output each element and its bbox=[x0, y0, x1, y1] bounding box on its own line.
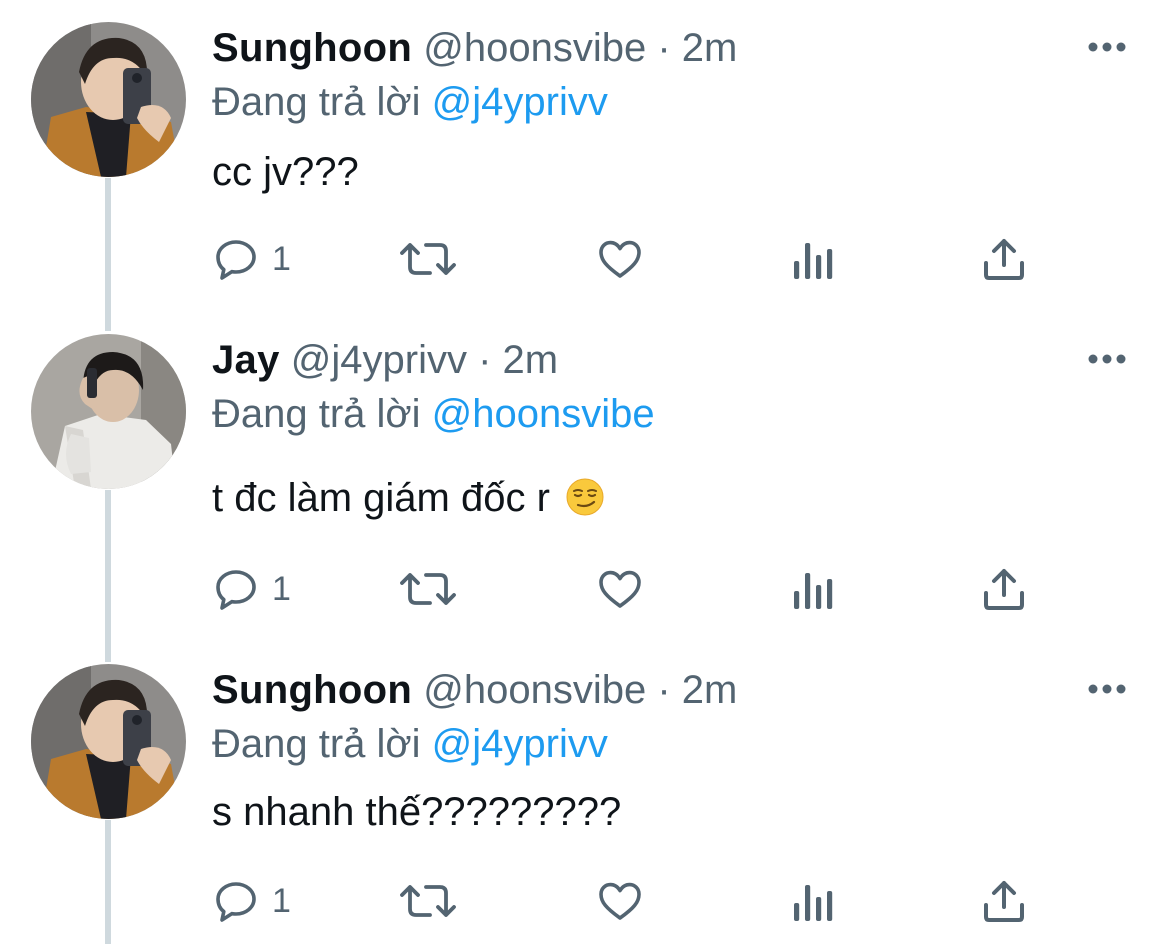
tweet-text-body: s nhanh thế????????? bbox=[212, 790, 622, 834]
separator-dot: · bbox=[478, 338, 492, 382]
like-icon bbox=[599, 882, 641, 920]
tweet-text: cc jv??? bbox=[212, 146, 359, 198]
reply-mention-link[interactable]: @j4yprivv bbox=[432, 722, 608, 766]
replying-to: Đang trả lời @j4yprivv bbox=[212, 76, 608, 128]
tweet-text: s nhanh thế????????? bbox=[212, 786, 621, 838]
avatar[interactable] bbox=[31, 22, 186, 177]
more-icon[interactable] bbox=[1086, 682, 1128, 696]
tweet[interactable]: Sunghoon @hoonsvibe · 2m Đang trả lời @j… bbox=[0, 22, 1170, 302]
share-button[interactable] bbox=[982, 564, 1026, 614]
tweet-text: t đc làm giám đốc r bbox=[212, 472, 605, 524]
analytics-button[interactable] bbox=[792, 876, 834, 926]
retweet-icon bbox=[400, 573, 456, 605]
tweet-text-body: t đc làm giám đốc r bbox=[212, 476, 550, 520]
tweet-text-body: cc jv??? bbox=[212, 150, 359, 194]
analytics-icon bbox=[794, 573, 833, 609]
reply-count: 1 bbox=[272, 569, 291, 608]
reply-button[interactable]: 1 bbox=[212, 876, 291, 926]
reply-icon bbox=[216, 882, 256, 922]
like-button[interactable] bbox=[596, 876, 644, 926]
user-handle[interactable]: @j4yprivv bbox=[291, 338, 467, 382]
tweet[interactable]: Sunghoon @hoonsvibe · 2m Đang trả lời @j… bbox=[0, 664, 1170, 944]
replying-to: Đang trả lời @j4yprivv bbox=[212, 718, 608, 770]
display-name[interactable]: Jay bbox=[212, 338, 280, 382]
analytics-button[interactable] bbox=[792, 234, 834, 284]
retweet-icon bbox=[400, 885, 456, 917]
reply-button[interactable]: 1 bbox=[212, 564, 291, 614]
retweet-button[interactable] bbox=[398, 564, 458, 614]
like-button[interactable] bbox=[596, 564, 644, 614]
display-name[interactable]: Sunghoon bbox=[212, 668, 412, 712]
more-icon[interactable] bbox=[1086, 352, 1128, 366]
tweet-actions: 1 bbox=[212, 876, 1042, 926]
replying-label: Đang trả lời bbox=[212, 722, 421, 766]
retweet-button[interactable] bbox=[398, 234, 458, 284]
tweet-actions: 1 bbox=[212, 564, 1042, 614]
smirking-face-emoji bbox=[566, 478, 604, 516]
share-icon bbox=[984, 239, 1024, 280]
analytics-icon bbox=[794, 885, 833, 921]
like-icon bbox=[599, 240, 641, 278]
replying-label: Đang trả lời bbox=[212, 80, 421, 124]
reply-mention-link[interactable]: @j4yprivv bbox=[432, 80, 608, 124]
timestamp[interactable]: 2m bbox=[682, 26, 738, 70]
tweet-header: Jay @j4yprivv · 2m bbox=[212, 334, 558, 386]
share-icon bbox=[984, 881, 1024, 922]
user-handle[interactable]: @hoonsvibe bbox=[423, 26, 646, 70]
tweet-header: Sunghoon @hoonsvibe · 2m bbox=[212, 664, 737, 716]
like-button[interactable] bbox=[596, 234, 644, 284]
more-icon[interactable] bbox=[1086, 40, 1128, 54]
like-icon bbox=[599, 570, 641, 608]
share-button[interactable] bbox=[982, 876, 1026, 926]
display-name[interactable]: Sunghoon bbox=[212, 26, 412, 70]
user-handle[interactable]: @hoonsvibe bbox=[423, 668, 646, 712]
reply-icon bbox=[216, 570, 256, 610]
analytics-icon bbox=[794, 243, 833, 279]
reply-mention-link[interactable]: @hoonsvibe bbox=[432, 392, 655, 436]
tweet-actions: 1 bbox=[212, 234, 1042, 284]
avatar[interactable] bbox=[31, 334, 186, 489]
retweet-button[interactable] bbox=[398, 876, 458, 926]
tweet[interactable]: Jay @j4yprivv · 2m Đang trả lời @hoonsvi… bbox=[0, 334, 1170, 634]
reply-button[interactable]: 1 bbox=[212, 234, 291, 284]
separator-dot: · bbox=[657, 26, 671, 70]
tweet-header: Sunghoon @hoonsvibe · 2m bbox=[212, 22, 737, 74]
timestamp[interactable]: 2m bbox=[503, 338, 559, 382]
retweet-icon bbox=[400, 243, 456, 275]
analytics-button[interactable] bbox=[792, 564, 834, 614]
separator-dot: · bbox=[657, 668, 671, 712]
replying-to: Đang trả lời @hoonsvibe bbox=[212, 388, 655, 440]
replying-label: Đang trả lời bbox=[212, 392, 421, 436]
reply-count: 1 bbox=[272, 239, 291, 278]
reply-icon bbox=[216, 240, 256, 280]
share-button[interactable] bbox=[982, 234, 1026, 284]
timestamp[interactable]: 2m bbox=[682, 668, 738, 712]
reply-count: 1 bbox=[272, 881, 291, 920]
avatar[interactable] bbox=[31, 664, 186, 819]
share-icon bbox=[984, 569, 1024, 610]
